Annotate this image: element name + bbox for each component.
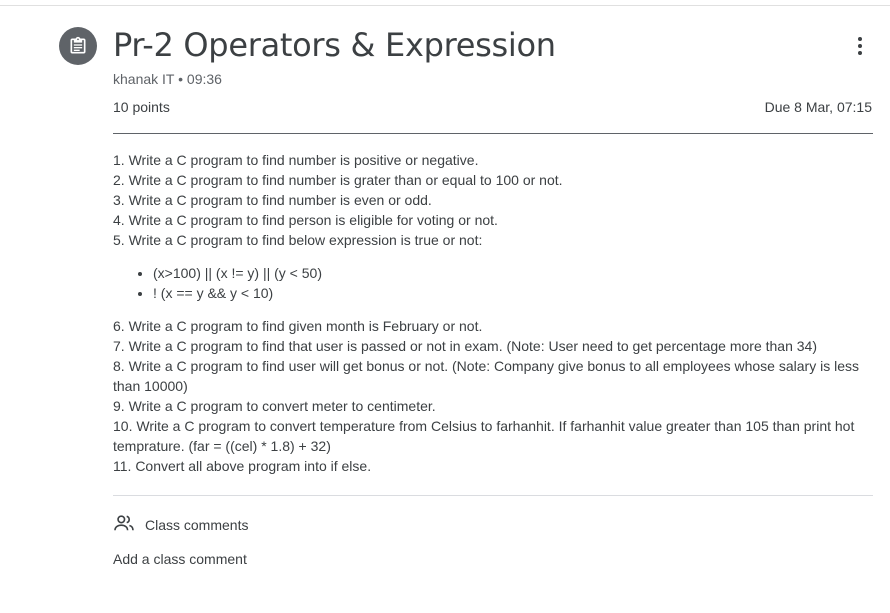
due-date: Due 8 Mar, 07:15 — [764, 99, 872, 115]
class-comments-label: Class comments — [145, 516, 249, 533]
points-label: 10 points — [113, 99, 170, 115]
header-divider — [113, 133, 873, 134]
more-vert-icon[interactable] — [848, 32, 872, 60]
assignment-description: 1. Write a C program to find number is p… — [113, 150, 873, 476]
description-line: 7. Write a C program to find that user i… — [113, 338, 817, 354]
assignment-icon — [59, 27, 97, 65]
people-icon — [113, 514, 135, 535]
author-name: khanak IT — [113, 71, 175, 87]
assignment-title: Pr-2 Operators & Expression — [113, 26, 556, 64]
assignment-meta: khanak IT • 09:36 — [113, 71, 222, 87]
description-line: 9. Write a C program to convert meter to… — [113, 398, 436, 414]
description-line: 3. Write a C program to find number is e… — [113, 192, 432, 208]
expression-list: (x>100) || (x != y) || (y < 50) ! (x == … — [153, 263, 873, 303]
expression-item: (x>100) || (x != y) || (y < 50) — [153, 263, 873, 283]
description-line: 1. Write a C program to find number is p… — [113, 152, 479, 168]
description-line: 10. Write a C program to convert tempera… — [113, 418, 855, 454]
description-line: 8. Write a C program to find user will g… — [113, 358, 859, 394]
description-line: 11. Convert all above program into if el… — [113, 458, 372, 474]
description-line: 4. Write a C program to find person is e… — [113, 212, 498, 228]
add-class-comment-link[interactable]: Add a class comment — [113, 551, 247, 567]
description-line: 5. Write a C program to find below expre… — [113, 232, 483, 248]
post-time: 09:36 — [186, 71, 222, 87]
description-line: 6. Write a C program to find given month… — [113, 318, 483, 334]
description-line: 2. Write a C program to find number is g… — [113, 172, 563, 188]
class-comments-header: Class comments — [113, 514, 248, 535]
meta-separator: • — [178, 71, 184, 87]
comments-divider — [113, 495, 873, 496]
expression-item: ! (x == y && y < 10) — [153, 283, 873, 303]
top-divider — [0, 5, 890, 6]
